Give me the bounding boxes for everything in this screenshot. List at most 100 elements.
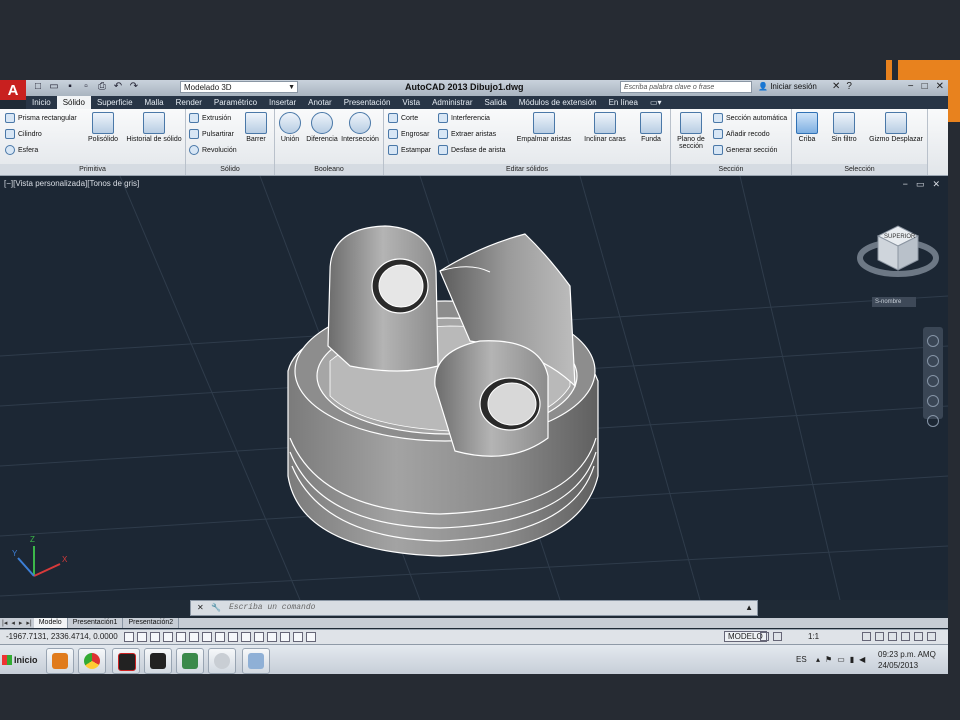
show-hidden-icons-icon[interactable]: ▴ (816, 655, 820, 664)
battery-icon[interactable]: ▭ (837, 655, 845, 664)
print-icon[interactable]: ⎙ (96, 81, 108, 93)
wcs-menu[interactable]: S-nombre (872, 297, 916, 307)
ribbon-tab-11[interactable]: Salida (479, 96, 513, 109)
taskbar-app-green[interactable] (176, 648, 204, 674)
diferencia-button[interactable]: Diferencia (305, 112, 339, 143)
criba-button[interactable]: Criba (792, 112, 822, 143)
ribbon-tab-9[interactable]: Vista (396, 96, 426, 109)
transparency-icon[interactable] (267, 632, 277, 642)
3d-osnap-icon[interactable] (202, 632, 212, 642)
undo-icon[interactable]: ↶ (112, 81, 124, 93)
taskbar-disc-app[interactable] (208, 648, 236, 674)
save-icon[interactable]: ▪ (64, 81, 76, 93)
quick-view-layouts-icon[interactable] (760, 632, 769, 641)
steering-wheel-icon[interactable] (927, 335, 939, 347)
drawing-viewport[interactable]: Z X Y SUPERIOR [−][Vista personalizada][… (0, 176, 948, 600)
polar-icon[interactable] (176, 632, 186, 642)
taskbar-autocad-alt[interactable] (144, 648, 172, 674)
viewport-label[interactable]: [−][Vista personalizada][Tonos de gris] (4, 179, 139, 188)
ducs-icon[interactable] (228, 632, 238, 642)
anadir-recodo-button[interactable]: Añadir recodo (713, 129, 770, 139)
prisma-button[interactable]: Prisma rectangular (5, 113, 77, 123)
ribbon-tab-4[interactable]: Render (170, 96, 208, 109)
close-icon[interactable]: ✕ (932, 179, 940, 190)
inclinar-caras-button[interactable]: Inclinar caras (580, 112, 630, 143)
taskbar-calculator[interactable] (242, 648, 270, 674)
panel-title-seccion[interactable]: Sección (671, 164, 791, 175)
estampar-button[interactable]: Estampar (388, 145, 431, 155)
funda-button[interactable]: Funda (634, 112, 668, 143)
next-tab-icon[interactable]: ▸ (17, 619, 25, 627)
annotation-visibility-icon[interactable] (862, 632, 871, 641)
exchange-icon[interactable]: ✕ (832, 81, 840, 92)
taskbar-autocad-2013[interactable] (112, 648, 140, 674)
corte-button[interactable]: Corte (388, 113, 418, 123)
last-tab-icon[interactable]: ▸| (24, 619, 33, 627)
close-icon[interactable]: ✕ (197, 601, 204, 615)
otrack-icon[interactable] (215, 632, 225, 642)
quick-view-drawings-icon[interactable] (773, 632, 782, 641)
ribbon-tab-5[interactable]: Paramétrico (208, 96, 263, 109)
new-file-icon[interactable]: □ (32, 81, 44, 93)
help-search-input[interactable]: Escriba palabra clave o frase (620, 81, 752, 93)
ribbon-tab-13[interactable]: En línea (603, 96, 644, 109)
lock-icon[interactable] (888, 632, 897, 641)
orbit-icon[interactable] (927, 395, 939, 407)
customize-icon[interactable]: 🔧 (211, 601, 221, 615)
prev-tab-icon[interactable]: ◂ (9, 619, 17, 627)
interseccion-button[interactable]: Intersección (339, 112, 381, 143)
historial-button[interactable]: Historial de sólido (126, 112, 182, 143)
quick-properties-icon[interactable] (280, 632, 290, 642)
open-file-icon[interactable]: ▭ (48, 81, 60, 93)
network-icon[interactable]: ▮ (850, 655, 854, 664)
restore-icon[interactable]: ▭ (916, 179, 925, 190)
cilindro-button[interactable]: Cilindro (5, 129, 42, 139)
layout-tab-modelo[interactable]: Modelo (33, 618, 68, 628)
taskbar-media-player[interactable] (46, 648, 74, 674)
volume-icon[interactable]: ◀ (859, 655, 865, 664)
grid-icon[interactable] (150, 632, 160, 642)
ribbon-minimize-icon[interactable]: ▭▾ (644, 96, 668, 109)
isolate-objects-icon[interactable] (914, 632, 923, 641)
ribbon-tab-2[interactable]: Superficie (91, 96, 139, 109)
interferencia-button[interactable]: Interferencia (438, 113, 490, 123)
workspace-select[interactable]: Modelado 3D ▼ (180, 81, 298, 93)
viewcube[interactable]: SUPERIOR (857, 225, 939, 277)
ribbon-tab-0[interactable]: Inicio (26, 96, 57, 109)
extraer-aristas-button[interactable]: Extraer aristas (438, 129, 496, 139)
maximize-icon[interactable]: □ (922, 81, 928, 92)
desfase-arista-button[interactable]: Desfase de arista (438, 145, 505, 155)
sin-filtro-button[interactable]: Sin filtro (824, 112, 864, 143)
annotation-scale[interactable]: 1:1 (808, 632, 819, 641)
layout-tab-presentacion2[interactable]: Presentación2 (123, 618, 180, 628)
workspace-switch-icon[interactable] (875, 632, 884, 641)
minimize-icon[interactable]: − (903, 179, 908, 190)
osnap-icon[interactable] (189, 632, 199, 642)
chevron-up-icon[interactable]: ▲ (745, 601, 753, 615)
minimize-icon[interactable]: − (908, 81, 914, 92)
hardware-accel-icon[interactable] (901, 632, 910, 641)
ribbon-tab-8[interactable]: Presentación (338, 96, 397, 109)
ortho-icon[interactable] (163, 632, 173, 642)
redo-icon[interactable]: ↷ (128, 81, 140, 93)
lineweight-icon[interactable] (254, 632, 264, 642)
ribbon-tab-7[interactable]: Anotar (302, 96, 338, 109)
polisolido-button[interactable]: Polisólido (80, 112, 126, 143)
seccion-automatica-button[interactable]: Sección automática (713, 113, 787, 123)
gizmo-desplazar-button[interactable]: Gizmo Desplazar (866, 112, 926, 143)
barrer-button[interactable]: Barrer (238, 112, 274, 143)
autocad-logo-button[interactable]: A (0, 80, 26, 100)
flag-icon[interactable]: ⚑ (825, 655, 832, 664)
layout-tab-presentacion1[interactable]: Presentación1 (68, 618, 124, 628)
coordinates-readout[interactable]: -1967.7131, 2336.4714, 0.0000 (6, 632, 118, 641)
start-button[interactable]: Inicio (2, 650, 38, 670)
esfera-button[interactable]: Esfera (5, 145, 38, 155)
taskbar-chrome[interactable] (78, 648, 106, 674)
plano-seccion-button[interactable]: Plano de sección (671, 112, 711, 150)
snap-icon[interactable] (137, 632, 147, 642)
generar-seccion-button[interactable]: Generar sección (713, 145, 777, 155)
infer-constraints-icon[interactable] (124, 632, 134, 642)
showmotion-icon[interactable] (927, 415, 939, 427)
engrosar-button[interactable]: Engrosar (388, 129, 429, 139)
taskbar-clock[interactable]: 09:23 p.m. AMQ 24/05/2013 (878, 649, 936, 671)
